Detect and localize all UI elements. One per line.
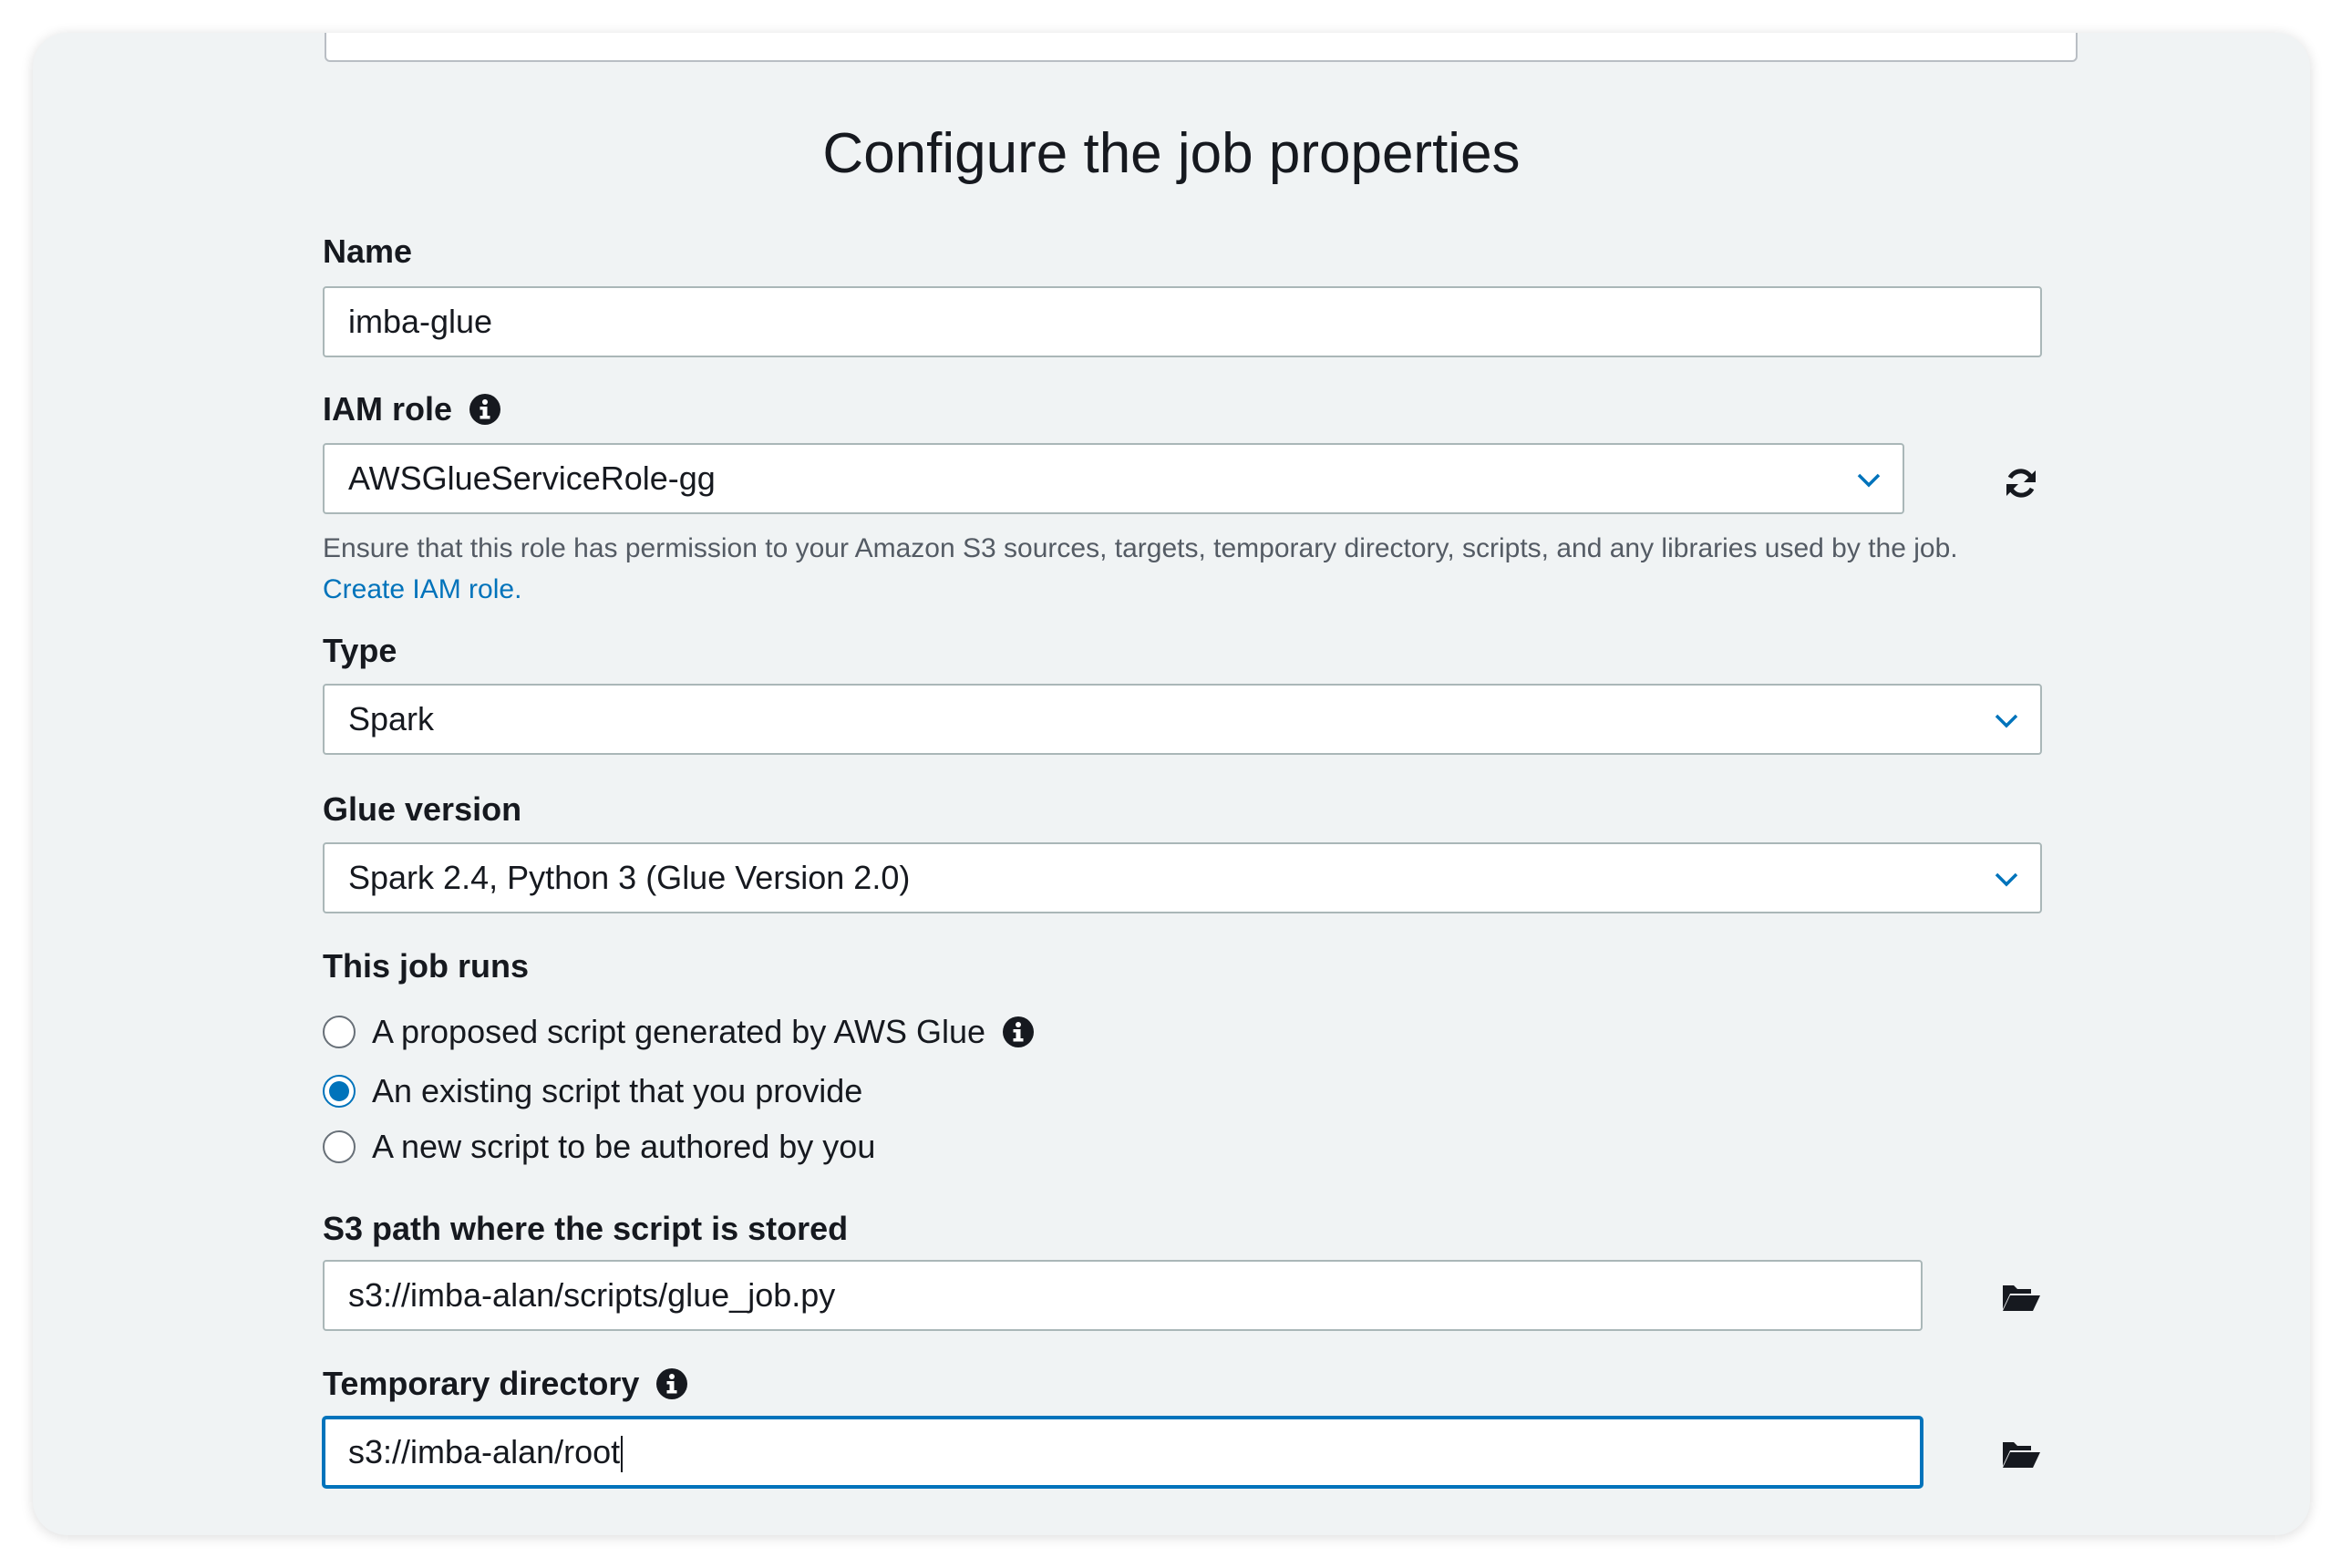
- iam-role-select[interactable]: AWSGlueServiceRole-gg: [323, 443, 1904, 514]
- s3-path-input-value: s3://imba-alan/scripts/glue_job.py: [348, 1276, 836, 1314]
- glue-version-select[interactable]: Spark 2.4, Python 3 (Glue Version 2.0): [323, 842, 2042, 913]
- refresh-icon[interactable]: [2003, 465, 2039, 501]
- radio-option-label: An existing script that you provide: [372, 1072, 863, 1109]
- chevron-down-icon: [1995, 714, 2018, 728]
- job-runs-label: This job runs: [323, 946, 529, 986]
- radio-option-existing-script[interactable]: An existing script that you provide: [323, 1071, 862, 1111]
- s3-path-label: S3 path where the script is stored: [323, 1209, 848, 1249]
- temp-dir-label-text: Temporary directory: [323, 1365, 640, 1402]
- temp-dir-input[interactable]: s3://imba-alan/root: [323, 1417, 1923, 1488]
- iam-role-help-text: Ensure that this role has permission to …: [323, 533, 1958, 563]
- type-label: Type: [323, 631, 397, 671]
- radio-option-label: A new script to be authored by you: [372, 1128, 876, 1165]
- radio-button[interactable]: [323, 1130, 356, 1163]
- glue-version-label-text: Glue version: [323, 790, 522, 828]
- radio-option-proposed-script[interactable]: A proposed script generated by AWS Glue: [323, 1012, 1035, 1052]
- create-iam-role-link[interactable]: Create IAM role.: [323, 572, 521, 608]
- radio-button[interactable]: [323, 1016, 356, 1048]
- name-label: Name: [323, 232, 412, 272]
- folder-open-icon[interactable]: [2000, 1435, 2042, 1471]
- name-input-value: imba-glue: [348, 303, 493, 340]
- s3-path-input[interactable]: s3://imba-alan/scripts/glue_job.py: [323, 1260, 1923, 1331]
- job-properties-panel: Configure the job properties Name imba-g…: [33, 33, 2310, 1535]
- info-icon[interactable]: [469, 393, 501, 426]
- radio-option-new-script[interactable]: A new script to be authored by you: [323, 1127, 875, 1167]
- temp-dir-label: Temporary directory: [323, 1364, 688, 1404]
- glue-version-select-value: Spark 2.4, Python 3 (Glue Version 2.0): [348, 859, 911, 896]
- iam-role-label: IAM role: [323, 389, 501, 429]
- text-cursor: [621, 1436, 624, 1473]
- chevron-down-icon: [1857, 473, 1881, 488]
- folder-open-icon[interactable]: [2000, 1278, 2042, 1315]
- s3-path-label-text: S3 path where the script is stored: [323, 1210, 849, 1247]
- chevron-down-icon: [1995, 872, 2018, 887]
- name-label-text: Name: [323, 232, 413, 270]
- name-input[interactable]: imba-glue: [323, 286, 2042, 357]
- iam-role-label-text: IAM role: [323, 390, 453, 428]
- radio-button-selected[interactable]: [323, 1075, 356, 1108]
- page-title: Configure the job properties: [822, 122, 1521, 185]
- info-icon[interactable]: [655, 1367, 688, 1400]
- type-label-text: Type: [323, 632, 397, 669]
- iam-role-select-value: AWSGlueServiceRole-gg: [348, 459, 716, 497]
- info-icon[interactable]: [1002, 1016, 1035, 1048]
- previous-field-edge: [325, 33, 2078, 62]
- job-runs-label-text: This job runs: [323, 947, 530, 985]
- type-select-value: Spark: [348, 700, 435, 738]
- radio-option-label: A proposed script generated by AWS Glue: [372, 1013, 986, 1050]
- temp-dir-input-value: s3://imba-alan/root: [348, 1433, 621, 1470]
- glue-version-label: Glue version: [323, 789, 521, 830]
- type-select[interactable]: Spark: [323, 684, 2042, 755]
